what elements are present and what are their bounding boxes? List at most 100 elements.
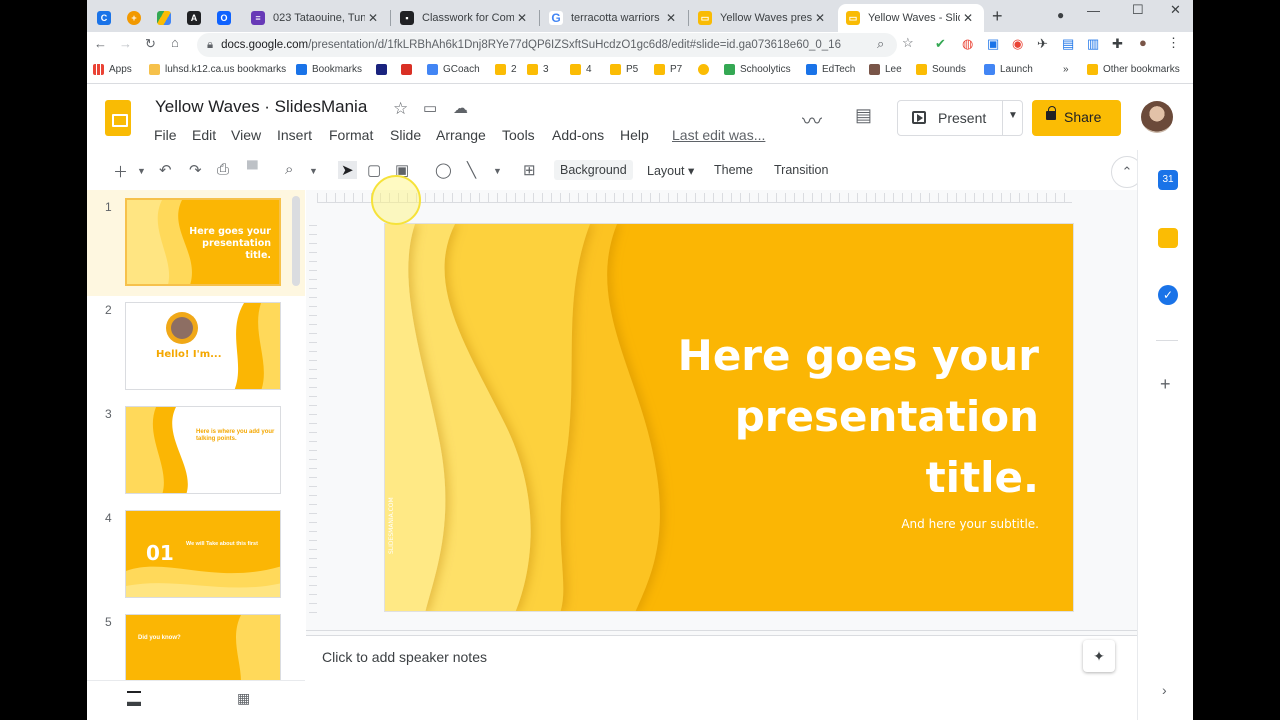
explore-icon[interactable]: ✦ — [1083, 640, 1115, 672]
puzzle-icon[interactable]: ✚ — [1112, 36, 1123, 52]
chevron-down-icon[interactable]: ▼ — [137, 166, 146, 176]
menu-icon[interactable]: ⋮ — [1167, 35, 1180, 51]
tab-3[interactable]: A — [179, 4, 209, 32]
forward-icon[interactable]: → — [119, 36, 132, 51]
menu-file[interactable]: File — [154, 127, 177, 143]
add-addon-icon[interactable]: + — [1160, 374, 1171, 395]
close-icon[interactable]: ✕ — [960, 11, 976, 25]
add-comment-icon[interactable]: ⊞ — [523, 161, 536, 179]
present-button[interactable]: Present ▼ — [897, 100, 1023, 136]
slide-thumbnail-3[interactable]: Here is where you add your talking point… — [125, 406, 281, 494]
url-field[interactable]: 🔒︎ docs.google.com/presentation/d/1fkLRB… — [197, 33, 897, 57]
close-icon[interactable]: ✕ — [663, 11, 679, 25]
maximize-icon[interactable]: ☐ — [1132, 2, 1144, 18]
bookmark-other[interactable]: Other bookmarks — [1087, 64, 1180, 75]
comments-icon[interactable]: ▤ — [855, 105, 872, 126]
bookmark-gcoach[interactable]: GCoach — [427, 64, 480, 75]
share-button[interactable]: Share — [1032, 100, 1121, 136]
bookmark-sounds[interactable]: Sounds — [916, 64, 966, 75]
slide-thumbnail-4[interactable]: 01 We will Take about this first — [125, 510, 281, 598]
filmstrip-scrollbar[interactable] — [292, 196, 300, 286]
undo-icon[interactable]: ↶ — [159, 161, 172, 179]
speaker-notes[interactable]: Click to add speaker notes ✦ — [306, 636, 1137, 680]
menu-edit[interactable]: Edit — [192, 127, 216, 143]
calendar-icon[interactable]: 31 — [1158, 170, 1178, 190]
slide-title-line-3[interactable]: title. — [926, 447, 1039, 508]
extension-icon[interactable]: ▥ — [1087, 36, 1099, 52]
bookmark-edtech[interactable]: EdTech — [806, 64, 855, 75]
slide-thumbnail-1[interactable]: Here goes your presentation title. — [125, 198, 281, 286]
new-slide-icon[interactable]: ＋ — [113, 161, 128, 182]
select-icon[interactable]: ➤ — [338, 161, 357, 179]
bookmark-item[interactable] — [376, 64, 392, 75]
zoom-icon[interactable]: ⌕ — [877, 36, 884, 52]
menu-view[interactable]: View — [231, 127, 261, 143]
textbox-icon[interactable]: ▢ — [367, 161, 381, 179]
close-icon[interactable]: ✕ — [812, 11, 828, 25]
minimize-icon[interactable]: — — [1087, 3, 1100, 18]
main-slide[interactable]: Here goes your presentation title. And h… — [384, 223, 1074, 612]
tab-6[interactable]: ▪ Classwork for Comp Tech✕ — [392, 4, 538, 32]
bookmark-item[interactable] — [698, 64, 714, 75]
bookmark-star-icon[interactable]: ☆ — [902, 35, 914, 51]
activity-trend-icon[interactable]: 〰 — [802, 105, 822, 134]
print-icon[interactable]: ⎙ — [217, 161, 229, 178]
bookmark-2[interactable]: 2 — [495, 64, 517, 75]
profile-icon[interactable]: ● — [1139, 35, 1147, 50]
close-icon[interactable]: ✕ — [365, 11, 381, 25]
shape-icon[interactable]: ◯ — [435, 161, 452, 179]
bookmark-p7[interactable]: P7 — [654, 64, 682, 75]
menu-arrange[interactable]: Arrange — [436, 127, 486, 143]
chevron-right-icon[interactable]: › — [1162, 682, 1167, 698]
tab-1[interactable]: + — [119, 4, 149, 32]
bookmark-4[interactable]: 4 — [570, 64, 592, 75]
new-tab-button[interactable]: + — [992, 6, 1003, 27]
tasks-icon[interactable]: ✓ — [1158, 285, 1178, 305]
tab-2[interactable] — [149, 4, 179, 32]
menu-tools[interactable]: Tools — [502, 127, 535, 143]
theme-button[interactable]: Theme — [714, 163, 753, 177]
document-title[interactable]: Yellow Waves · SlidesMania — [155, 97, 367, 117]
tab-7[interactable]: Gterracotta warriors chart✕ — [541, 4, 687, 32]
move-folder-icon[interactable]: ▭ — [423, 99, 437, 117]
extension-icon[interactable]: ✈ — [1037, 36, 1048, 52]
chevron-down-icon[interactable]: ▼ — [493, 166, 502, 176]
paint-format-icon[interactable]: ▀ — [247, 161, 258, 178]
bookmark-schoolytics[interactable]: Schoolytics — [724, 64, 791, 75]
menu-slide[interactable]: Slide — [390, 127, 421, 143]
tab-search-icon[interactable]: ● — [1057, 8, 1064, 22]
back-icon[interactable]: ← — [94, 36, 107, 51]
reload-icon[interactable]: ↻ — [145, 36, 156, 52]
background-button[interactable]: Background — [554, 160, 633, 180]
bookmark-launch[interactable]: Launch — [984, 64, 1033, 75]
redo-icon[interactable]: ↷ — [189, 161, 202, 179]
bookmark-folder[interactable]: Bookmarks — [296, 64, 362, 75]
color-picker-icon[interactable]: ◉ — [1012, 36, 1023, 52]
chevron-down-icon[interactable]: ▼ — [309, 166, 318, 176]
slide-thumbnail-2[interactable]: Hello! I'm... — [125, 302, 281, 390]
bookmark-lee[interactable]: Lee — [869, 64, 902, 75]
filmstrip-view-icon[interactable]: ▬ — [127, 691, 141, 709]
slides-logo-icon[interactable] — [105, 100, 131, 136]
menu-format[interactable]: Format — [329, 127, 373, 143]
bookmark-3[interactable]: 3 — [527, 64, 549, 75]
tab-active[interactable]: ▭ Yellow Waves - SlidesMania✕ — [838, 4, 984, 32]
slide-title-line-2[interactable]: presentation — [735, 386, 1039, 447]
tab-8[interactable]: ▭ Yellow Waves presentation✕ — [690, 4, 836, 32]
cloud-status-icon[interactable]: ☁ — [453, 99, 468, 117]
slide-title-line-1[interactable]: Here goes your — [678, 325, 1039, 386]
layout-button[interactable]: Layout ▾ — [647, 163, 694, 178]
chevron-down-icon[interactable]: ▼ — [1008, 110, 1018, 121]
slide-subtitle[interactable]: And here your subtitle. — [901, 517, 1039, 531]
close-icon[interactable]: ✕ — [514, 11, 530, 25]
bookmarks-overflow[interactable]: » — [1063, 64, 1069, 75]
bookmark-apps[interactable]: Apps — [93, 64, 132, 75]
extension-icon[interactable]: ▣ — [987, 36, 999, 52]
menu-insert[interactable]: Insert — [277, 127, 312, 143]
star-icon[interactable]: ☆ — [393, 99, 408, 119]
line-icon[interactable]: ╲ — [467, 161, 476, 179]
check-extension-icon[interactable]: ✔ — [935, 36, 946, 52]
home-icon[interactable]: ⌂ — [171, 35, 179, 50]
zoom-icon[interactable]: ⌕ — [285, 161, 293, 178]
tab-0[interactable]: C — [89, 4, 119, 32]
